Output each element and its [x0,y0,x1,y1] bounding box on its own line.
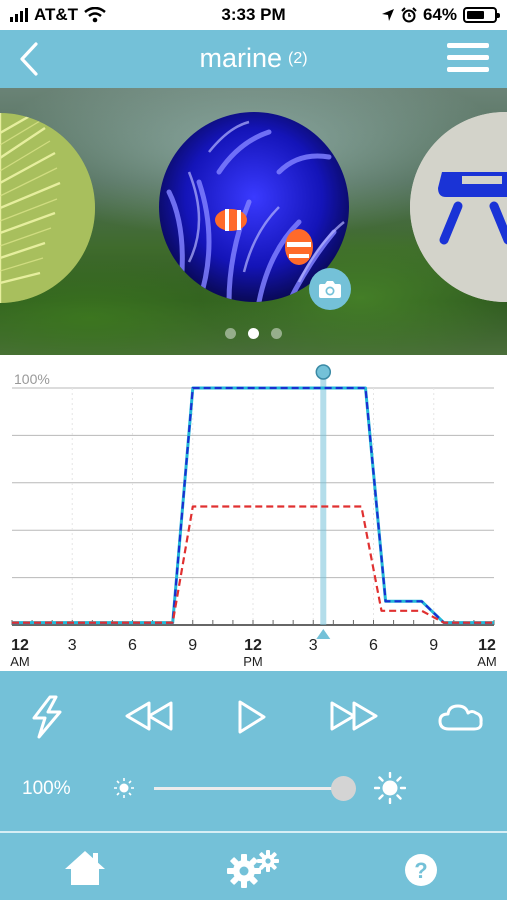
alarm-icon [401,7,417,23]
gears-icon [227,850,279,888]
fast-forward-icon [330,701,378,731]
bright-sun-button[interactable] [373,771,407,809]
rewind-icon [125,701,173,731]
page-title: marine [199,43,282,73]
x-tick-label: 6 [354,638,394,654]
x-tick-label: 12 PM [233,638,273,670]
light-fixture-preset-image[interactable] [410,112,507,302]
status-bar: AT&T 3:33 PM 64% [0,0,507,30]
tab-bar: ? [0,831,507,900]
x-tick-main: 6 [369,637,378,654]
help-tab[interactable]: ? [404,853,438,892]
x-tick-label: 6 [113,638,153,654]
rewind-button[interactable] [123,699,175,738]
intensity-label: 100% [22,778,71,799]
home-tab[interactable] [63,849,107,892]
sun-small-icon [114,778,134,798]
x-tick-main: 3 [308,637,318,654]
x-tick-label: 12 AM [467,638,507,670]
menu-bar [447,43,489,48]
intensity-slider[interactable] [154,787,344,790]
plant-preset-image[interactable] [0,113,95,303]
title-wrap: marine (2) [0,43,507,74]
lightning-button[interactable] [26,694,68,745]
x-tick-sub: AM [477,654,497,669]
battery-label: 64% [422,5,457,24]
cloud-icon [438,704,483,731]
play-button[interactable] [236,699,268,740]
x-tick-main: 9 [429,637,439,654]
question-icon: ? [405,854,437,886]
x-tick-label: 3 [52,638,92,654]
x-tick-main: 12 [244,637,262,654]
preset-carousel[interactable] [0,88,507,355]
lightning-icon [32,695,62,739]
pagination-dot[interactable] [271,328,282,339]
menu-bar [447,55,489,60]
camera-button[interactable] [309,268,351,310]
x-tick-label: 9 [173,638,213,654]
settings-tab[interactable] [226,849,282,894]
x-tick-label: 9 [414,638,454,654]
x-tick-main: 12 [478,637,496,654]
cloud-button[interactable] [437,701,485,738]
current-time-band [320,372,327,625]
intensity-slider-thumb[interactable] [331,776,356,801]
schedule-chart-svg [11,364,495,639]
pagination-dot-active[interactable] [248,328,259,339]
control-panel: 100% [0,671,507,831]
fast-forward-button[interactable] [328,699,380,738]
plant-illustration [0,113,95,303]
x-tick-sub: AM [10,654,30,669]
status-right: 64% [381,5,500,25]
x-tick-main: 3 [67,637,77,654]
play-icon [238,700,266,734]
x-tick-label: 12 AM [0,638,40,670]
app-header: marine (2) [0,30,507,88]
x-tick-main: 9 [188,637,198,654]
y-max-label: 100% [14,371,50,387]
schedule-chart[interactable]: 100% 12 AM 3 6 9 12 PM 3 6 9 12 AM [0,355,507,671]
sun-large-icon [373,771,407,805]
slider-fill [154,787,344,790]
svg-text:?: ? [414,858,427,883]
x-tick-sub: PM [243,654,263,669]
location-arrow-icon [381,9,394,21]
x-tick-label: 3 [293,638,333,654]
current-time-handle [315,364,332,380]
menu-button[interactable] [447,43,489,75]
camera-icon [319,281,341,298]
battery-icon [463,7,500,23]
menu-bar [447,67,489,72]
preset-count: (2) [287,50,308,67]
home-icon [65,851,105,885]
light-fixture-illustration [410,112,507,302]
pagination-dot[interactable] [225,328,236,339]
x-tick-main: 6 [128,637,137,654]
carousel-pagination [0,328,507,339]
x-tick-main: 12 [11,637,29,654]
dim-sun-button[interactable] [113,777,135,804]
